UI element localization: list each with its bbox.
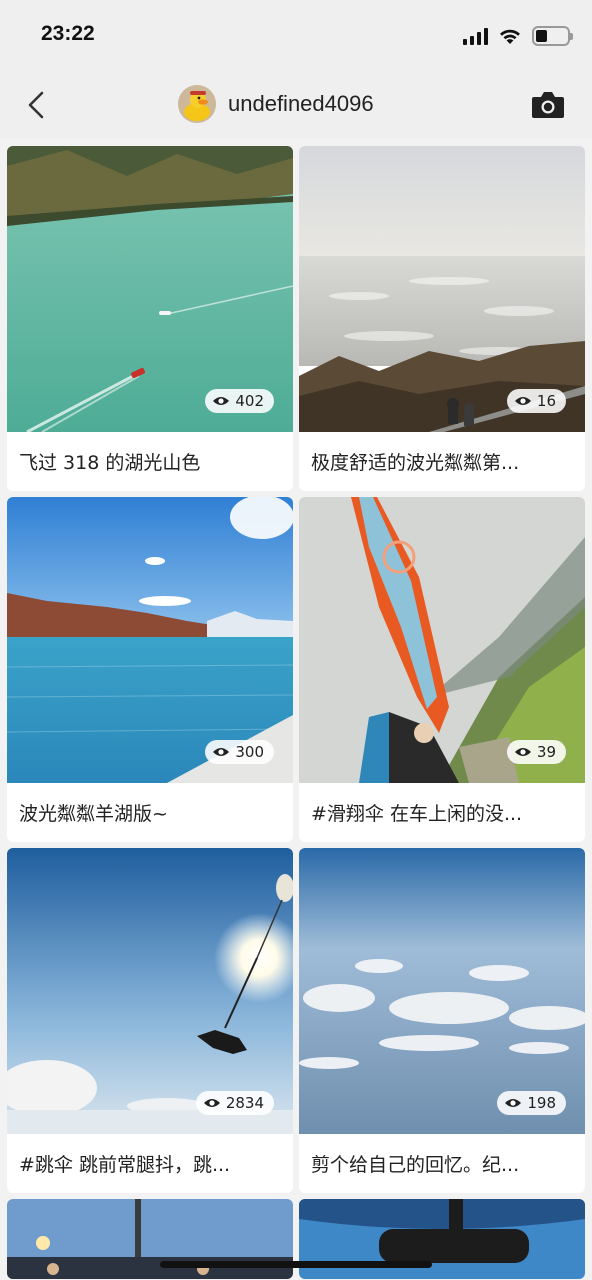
nav-bar: undefined4096	[0, 72, 592, 138]
eye-icon	[203, 1099, 220, 1107]
post-caption: 剪个给自己的回忆。纪...	[311, 1154, 520, 1176]
view-count: 39	[536, 743, 556, 761]
post-thumbnail[interactable]: 402	[7, 146, 293, 432]
post-caption: #跳伞 跳前常腿抖，跳...	[19, 1154, 231, 1176]
view-count: 16	[536, 392, 556, 410]
avatar[interactable]	[178, 85, 216, 123]
view-count-badge: 402	[205, 389, 274, 413]
camera-button[interactable]	[530, 90, 566, 120]
post-card[interactable]: 16 极度舒适的波光粼粼第...	[299, 146, 585, 491]
view-count: 2834	[225, 1094, 264, 1112]
eye-icon	[213, 748, 230, 756]
view-count: 402	[235, 392, 264, 410]
eye-icon	[514, 748, 531, 756]
wifi-icon	[500, 29, 520, 44]
post-caption: 飞过 318 的湖光山色	[19, 452, 201, 474]
post-card[interactable]: 2834 #跳伞 跳前常腿抖，跳...	[7, 848, 293, 1193]
view-count-badge: 198	[497, 1091, 566, 1115]
post-grid: 402 飞过 318 的湖光山色 16 极度舒适的波光粼粼第... 300 波光…	[7, 146, 585, 1279]
view-count-badge: 39	[506, 740, 566, 764]
username: undefined4096	[228, 91, 374, 116]
post-caption: 极度舒适的波光粼粼第...	[311, 452, 520, 474]
view-count-badge: 2834	[195, 1091, 274, 1115]
chevron-left-icon	[28, 91, 44, 119]
post-card[interactable]: 198 剪个给自己的回忆。纪...	[299, 848, 585, 1193]
post-thumbnail[interactable]: 39	[299, 497, 585, 783]
view-count: 300	[235, 743, 264, 761]
post-caption: 波光粼粼羊湖版~	[19, 803, 168, 825]
post-card[interactable]: 39 #滑翔伞 在车上闲的没...	[299, 497, 585, 842]
post-card[interactable]: 402 飞过 318 的湖光山色	[7, 146, 293, 491]
status-time: 23:22	[41, 22, 95, 45]
camera-icon	[532, 92, 564, 118]
status-icons	[463, 24, 573, 48]
eye-icon	[505, 1099, 522, 1107]
post-card[interactable]: 300 波光粼粼羊湖版~	[7, 497, 293, 842]
cellular-signal-icon	[463, 27, 488, 45]
profile-header[interactable]: undefined4096	[178, 84, 374, 124]
view-count-badge: 16	[506, 389, 566, 413]
view-count: 198	[527, 1094, 556, 1112]
back-button[interactable]	[20, 88, 52, 122]
view-count-badge: 300	[205, 740, 274, 764]
eye-icon	[514, 397, 531, 405]
battery-icon	[532, 26, 573, 46]
eye-icon	[213, 397, 230, 405]
post-thumbnail[interactable]: 2834	[7, 848, 293, 1134]
post-thumbnail[interactable]: 300	[7, 497, 293, 783]
home-indicator[interactable]	[160, 1261, 432, 1268]
post-caption: #滑翔伞 在车上闲的没...	[311, 803, 523, 825]
post-thumbnail[interactable]: 198	[299, 848, 585, 1134]
status-bar: 23:22	[0, 0, 592, 72]
post-thumbnail[interactable]: 16	[299, 146, 585, 432]
